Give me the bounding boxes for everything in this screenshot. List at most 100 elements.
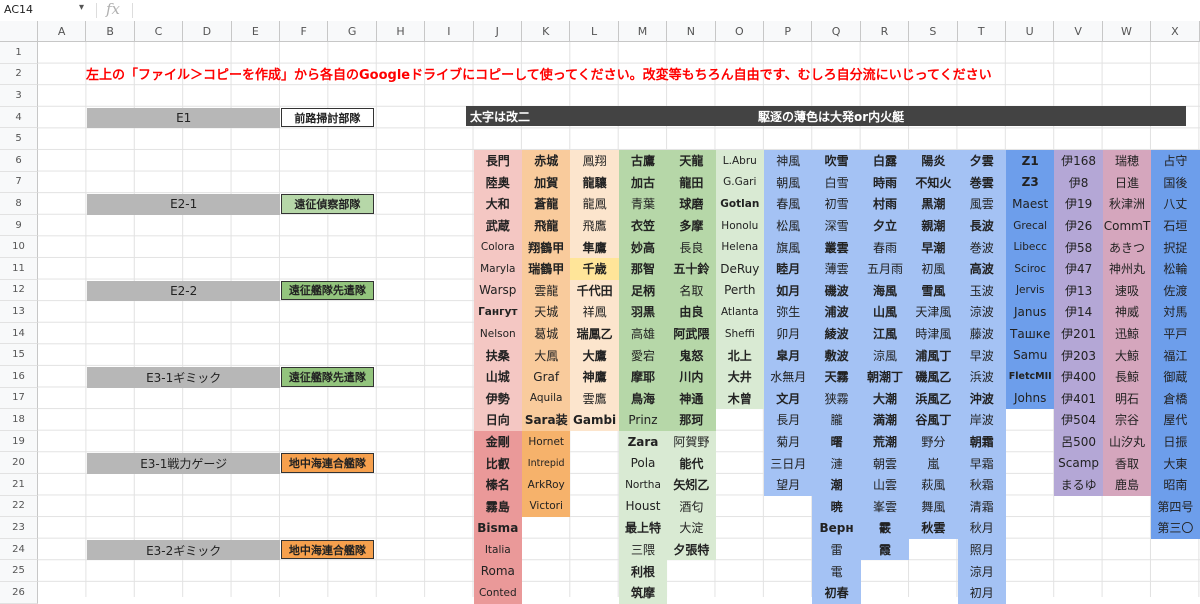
ship-cell[interactable]: 文月 — [764, 387, 813, 410]
row-header-6[interactable]: 6 — [0, 150, 38, 172]
column-header-j[interactable]: J — [473, 21, 522, 42]
row-header-17[interactable]: 17 — [0, 387, 38, 410]
ship-cell[interactable]: 藤波 — [957, 322, 1006, 345]
ship-cell[interactable]: Grecal — [1006, 214, 1055, 237]
ship-cell[interactable]: 初雪 — [812, 193, 861, 215]
ship-cell[interactable]: 敷波 — [812, 344, 861, 366]
name-box[interactable]: AC14 — [4, 3, 33, 16]
column-header-h[interactable]: H — [376, 21, 426, 42]
ship-cell[interactable]: Helena — [715, 236, 764, 258]
ship-cell[interactable]: 伊19 — [1054, 193, 1103, 215]
ship-cell[interactable]: 伊58 — [1054, 236, 1103, 258]
ship-cell[interactable]: 青葉 — [618, 193, 668, 215]
ship-cell[interactable]: 妙高 — [618, 236, 668, 258]
ship-cell[interactable]: 海風 — [860, 279, 910, 302]
row-header-10[interactable]: 10 — [0, 236, 38, 258]
ship-cell[interactable]: 木曾 — [715, 387, 764, 410]
ship-cell[interactable]: 古鷹 — [618, 150, 668, 172]
ship-cell[interactable]: 涼波 — [957, 301, 1006, 323]
ship-cell[interactable]: 朧 — [812, 409, 861, 431]
ship-cell[interactable]: 摩耶 — [618, 366, 668, 388]
row-header-26[interactable]: 26 — [0, 582, 38, 604]
row-header-13[interactable]: 13 — [0, 301, 38, 323]
ship-cell[interactable]: 朝雲 — [860, 452, 910, 474]
name-box-dropdown-icon[interactable]: ▾ — [79, 2, 84, 13]
row-header-1[interactable]: 1 — [0, 42, 38, 64]
select-all-corner[interactable] — [0, 21, 38, 42]
ship-cell[interactable]: 春雨 — [860, 236, 910, 258]
ship-cell[interactable]: 三隈 — [618, 538, 668, 561]
ship-cell[interactable]: 叢雲 — [812, 236, 861, 258]
ship-cell[interactable]: 望月 — [764, 474, 813, 496]
row-header-2[interactable]: 2 — [0, 63, 38, 86]
ship-cell[interactable]: 伊26 — [1054, 214, 1103, 237]
column-header-x[interactable]: X — [1151, 21, 1200, 42]
ship-cell[interactable]: Z3 — [1006, 171, 1055, 194]
ship-cell[interactable]: 加古 — [618, 171, 668, 194]
row-header-8[interactable]: 8 — [0, 193, 38, 215]
ship-cell[interactable]: 浜波 — [957, 366, 1006, 388]
ship-cell[interactable]: 初春 — [812, 582, 861, 604]
ship-cell[interactable]: 雪風 — [909, 279, 958, 302]
ship-cell[interactable]: 谷風丁 — [909, 409, 958, 431]
ship-cell[interactable]: 能代 — [667, 452, 716, 474]
ship-cell[interactable]: 水無月 — [764, 366, 813, 388]
ship-cell[interactable]: 祥鳳 — [570, 301, 619, 323]
ship-cell[interactable]: Libecc — [1006, 236, 1055, 258]
column-header-w[interactable]: W — [1102, 21, 1152, 42]
ship-cell[interactable]: 沖波 — [957, 387, 1006, 410]
ship-cell[interactable]: 浦風丁 — [909, 344, 958, 366]
ship-cell[interactable]: 多摩 — [667, 214, 716, 237]
ship-cell[interactable]: 照月 — [957, 538, 1006, 561]
ship-cell[interactable]: 黒潮 — [909, 193, 958, 215]
ship-cell[interactable]: 天津風 — [909, 301, 958, 323]
ship-cell[interactable]: 早波 — [957, 344, 1006, 366]
ship-cell[interactable]: 五月雨 — [860, 258, 910, 280]
ship-cell[interactable]: 風雲 — [957, 193, 1006, 215]
ship-cell[interactable]: 大潮 — [860, 387, 910, 410]
column-header-s[interactable]: S — [909, 21, 958, 42]
ship-cell[interactable]: 初風 — [909, 258, 958, 280]
ship-cell[interactable]: 陸奥 — [473, 171, 522, 194]
ship-cell[interactable]: 呂500 — [1054, 430, 1103, 453]
ship-cell[interactable]: 羽黒 — [618, 301, 668, 323]
ship-cell[interactable]: 秋津洲 — [1102, 193, 1152, 215]
ship-cell[interactable]: 朝風 — [764, 171, 813, 194]
ship-cell[interactable]: 五十鈴 — [667, 258, 716, 280]
ship-cell[interactable]: 涼月 — [957, 560, 1006, 582]
ship-cell[interactable]: 宗谷 — [1102, 409, 1152, 431]
ship-cell[interactable]: 巻波 — [957, 236, 1006, 258]
ship-cell[interactable]: 名取 — [667, 279, 716, 302]
row-header-12[interactable]: 12 — [0, 279, 38, 302]
ship-cell[interactable]: 暁 — [812, 495, 861, 518]
ship-cell[interactable]: 山城 — [473, 366, 522, 388]
column-header-g[interactable]: G — [328, 21, 377, 42]
ship-cell[interactable]: 浦波 — [812, 301, 861, 323]
ship-cell[interactable]: Gambi — [570, 409, 619, 431]
ship-cell[interactable]: 狭霧 — [812, 387, 861, 410]
row-header-14[interactable]: 14 — [0, 322, 38, 345]
ship-cell[interactable]: 日進 — [1102, 171, 1152, 194]
ship-cell[interactable]: 御蔵 — [1151, 366, 1200, 388]
ship-cell[interactable]: 鹿島 — [1102, 474, 1152, 496]
column-header-t[interactable]: T — [957, 21, 1006, 42]
ship-cell[interactable]: 鬼怒 — [667, 344, 716, 366]
ship-cell[interactable]: Hornet — [522, 430, 571, 453]
ship-cell[interactable]: 朝霜 — [957, 430, 1006, 453]
ship-cell[interactable]: 日振 — [1151, 430, 1200, 453]
ship-cell[interactable]: 早霜 — [957, 452, 1006, 474]
ship-cell[interactable]: 北上 — [715, 344, 764, 366]
ship-cell[interactable]: Sciroc — [1006, 258, 1055, 280]
ship-cell[interactable]: 那珂 — [667, 409, 716, 431]
ship-cell[interactable]: 神威 — [1102, 301, 1152, 323]
row-header-9[interactable]: 9 — [0, 214, 38, 237]
ship-cell[interactable]: Perth — [715, 279, 764, 302]
ship-cell[interactable]: 川内 — [667, 366, 716, 388]
ship-cell[interactable]: 石垣 — [1151, 214, 1200, 237]
row-header-18[interactable]: 18 — [0, 409, 38, 431]
ship-cell[interactable]: 如月 — [764, 279, 813, 302]
ship-cell[interactable]: 明石 — [1102, 387, 1152, 410]
ship-cell[interactable]: Northa — [618, 474, 668, 496]
row-header-7[interactable]: 7 — [0, 171, 38, 194]
ship-cell[interactable]: 秋霜 — [957, 474, 1006, 496]
